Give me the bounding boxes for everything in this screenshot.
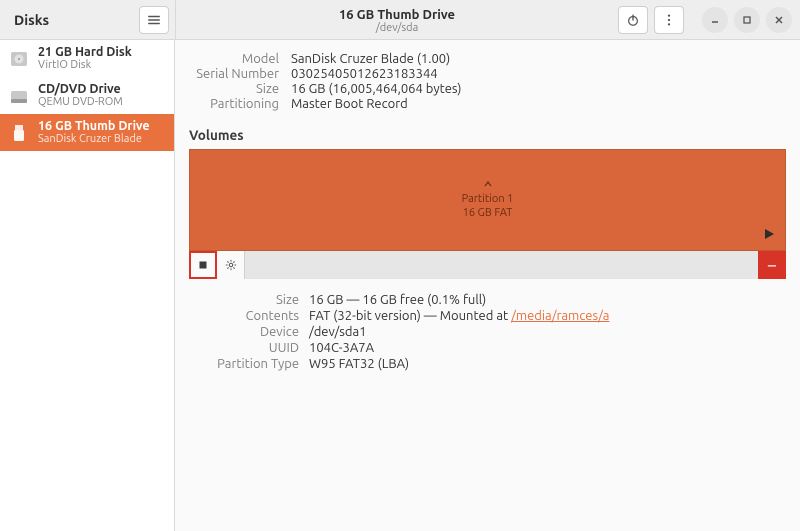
value-psize: 16 GB — 16 GB free (0.1% full) (309, 293, 786, 307)
toolbar-spacer (245, 251, 758, 279)
app-title-wrap: Disks (0, 6, 175, 34)
value-ptype: W95 FAT32 (LBA) (309, 357, 786, 371)
usb-icon (8, 122, 30, 144)
value-serial: 03025405012623183344 (291, 67, 786, 81)
value-contents: FAT (32-bit version) — Mounted at /media… (309, 309, 786, 323)
device-label: 21 GB Hard Disk (38, 45, 132, 59)
drive-menu-button[interactable] (654, 6, 684, 34)
value-size: 16 GB (16,005,464,064 bytes) (291, 82, 786, 96)
power-button[interactable] (618, 6, 648, 34)
device-label: CD/DVD Drive (38, 82, 123, 96)
label-serial: Serial Number (189, 67, 279, 81)
header-center: 16 GB Thumb Drive /dev/sda (176, 5, 618, 34)
partition-caption-1: Partition 1 (462, 192, 514, 206)
chevron-up-icon (484, 180, 492, 188)
minimize-icon (710, 15, 720, 25)
hamburger-icon (147, 13, 161, 27)
device-sublabel: SanDisk Cruzer Blade (38, 133, 150, 146)
drive-info-grid: Model SanDisk Cruzer Blade (1.00) Serial… (189, 52, 786, 111)
window-maximize-button[interactable] (734, 7, 760, 33)
delete-partition-button[interactable]: − (758, 251, 786, 279)
value-model: SanDisk Cruzer Blade (1.00) (291, 52, 786, 66)
drive-path: /dev/sda (176, 22, 618, 34)
value-device: /dev/sda1 (309, 325, 786, 339)
stop-icon (197, 259, 209, 271)
gear-icon (225, 259, 237, 271)
minus-icon: − (767, 255, 777, 275)
maximize-icon (742, 15, 752, 25)
disc-icon (8, 85, 30, 107)
value-uuid: 104C-3A7A (309, 341, 786, 355)
device-item-hdd[interactable]: 21 GB Hard Disk VirtIO Disk (0, 40, 174, 77)
label-partitioning: Partitioning (189, 97, 279, 111)
device-item-optical[interactable]: CD/DVD Drive QEMU DVD-ROM (0, 77, 174, 114)
volume-toolbar: − (189, 251, 786, 279)
device-list: 21 GB Hard Disk VirtIO Disk CD/DVD Drive… (0, 40, 175, 531)
device-label: 16 GB Thumb Drive (38, 119, 150, 133)
contents-text: FAT (32-bit version) — Mounted at (309, 309, 511, 323)
value-partitioning: Master Boot Record (291, 97, 786, 111)
mount-point-link[interactable]: /media/ramces/a (511, 309, 609, 323)
volumes-heading: Volumes (189, 127, 786, 143)
label-uuid: UUID (189, 341, 299, 355)
power-icon (626, 13, 640, 27)
label-contents: Contents (189, 309, 299, 323)
play-icon (763, 228, 775, 244)
label-size: Size (189, 82, 279, 96)
device-sublabel: VirtIO Disk (38, 59, 132, 72)
partition-info-grid: Size 16 GB — 16 GB free (0.1% full) Cont… (189, 293, 786, 371)
window-minimize-button[interactable] (702, 7, 728, 33)
header-actions (618, 6, 800, 34)
label-device: Device (189, 325, 299, 339)
window-close-button[interactable] (766, 7, 792, 33)
label-model: Model (189, 52, 279, 66)
unmount-button[interactable] (189, 251, 217, 279)
label-ptype: Partition Type (189, 357, 299, 371)
hdd-icon (8, 48, 30, 70)
drive-title: 16 GB Thumb Drive (176, 8, 618, 22)
main-panel: Model SanDisk Cruzer Blade (1.00) Serial… (175, 40, 800, 531)
app-title: Disks (14, 12, 49, 28)
partition-caption-2: 16 GB FAT (463, 206, 513, 220)
volume-partition-block[interactable]: Partition 1 16 GB FAT (189, 149, 786, 251)
label-psize: Size (189, 293, 299, 307)
partition-options-button[interactable] (217, 251, 245, 279)
app-menu-button[interactable] (139, 6, 169, 34)
close-icon (774, 15, 784, 25)
device-item-usb[interactable]: 16 GB Thumb Drive SanDisk Cruzer Blade (0, 114, 174, 151)
title-bar: Disks 16 GB Thumb Drive /dev/sda (0, 0, 800, 40)
device-sublabel: QEMU DVD-ROM (38, 96, 123, 109)
kebab-icon (662, 13, 676, 27)
